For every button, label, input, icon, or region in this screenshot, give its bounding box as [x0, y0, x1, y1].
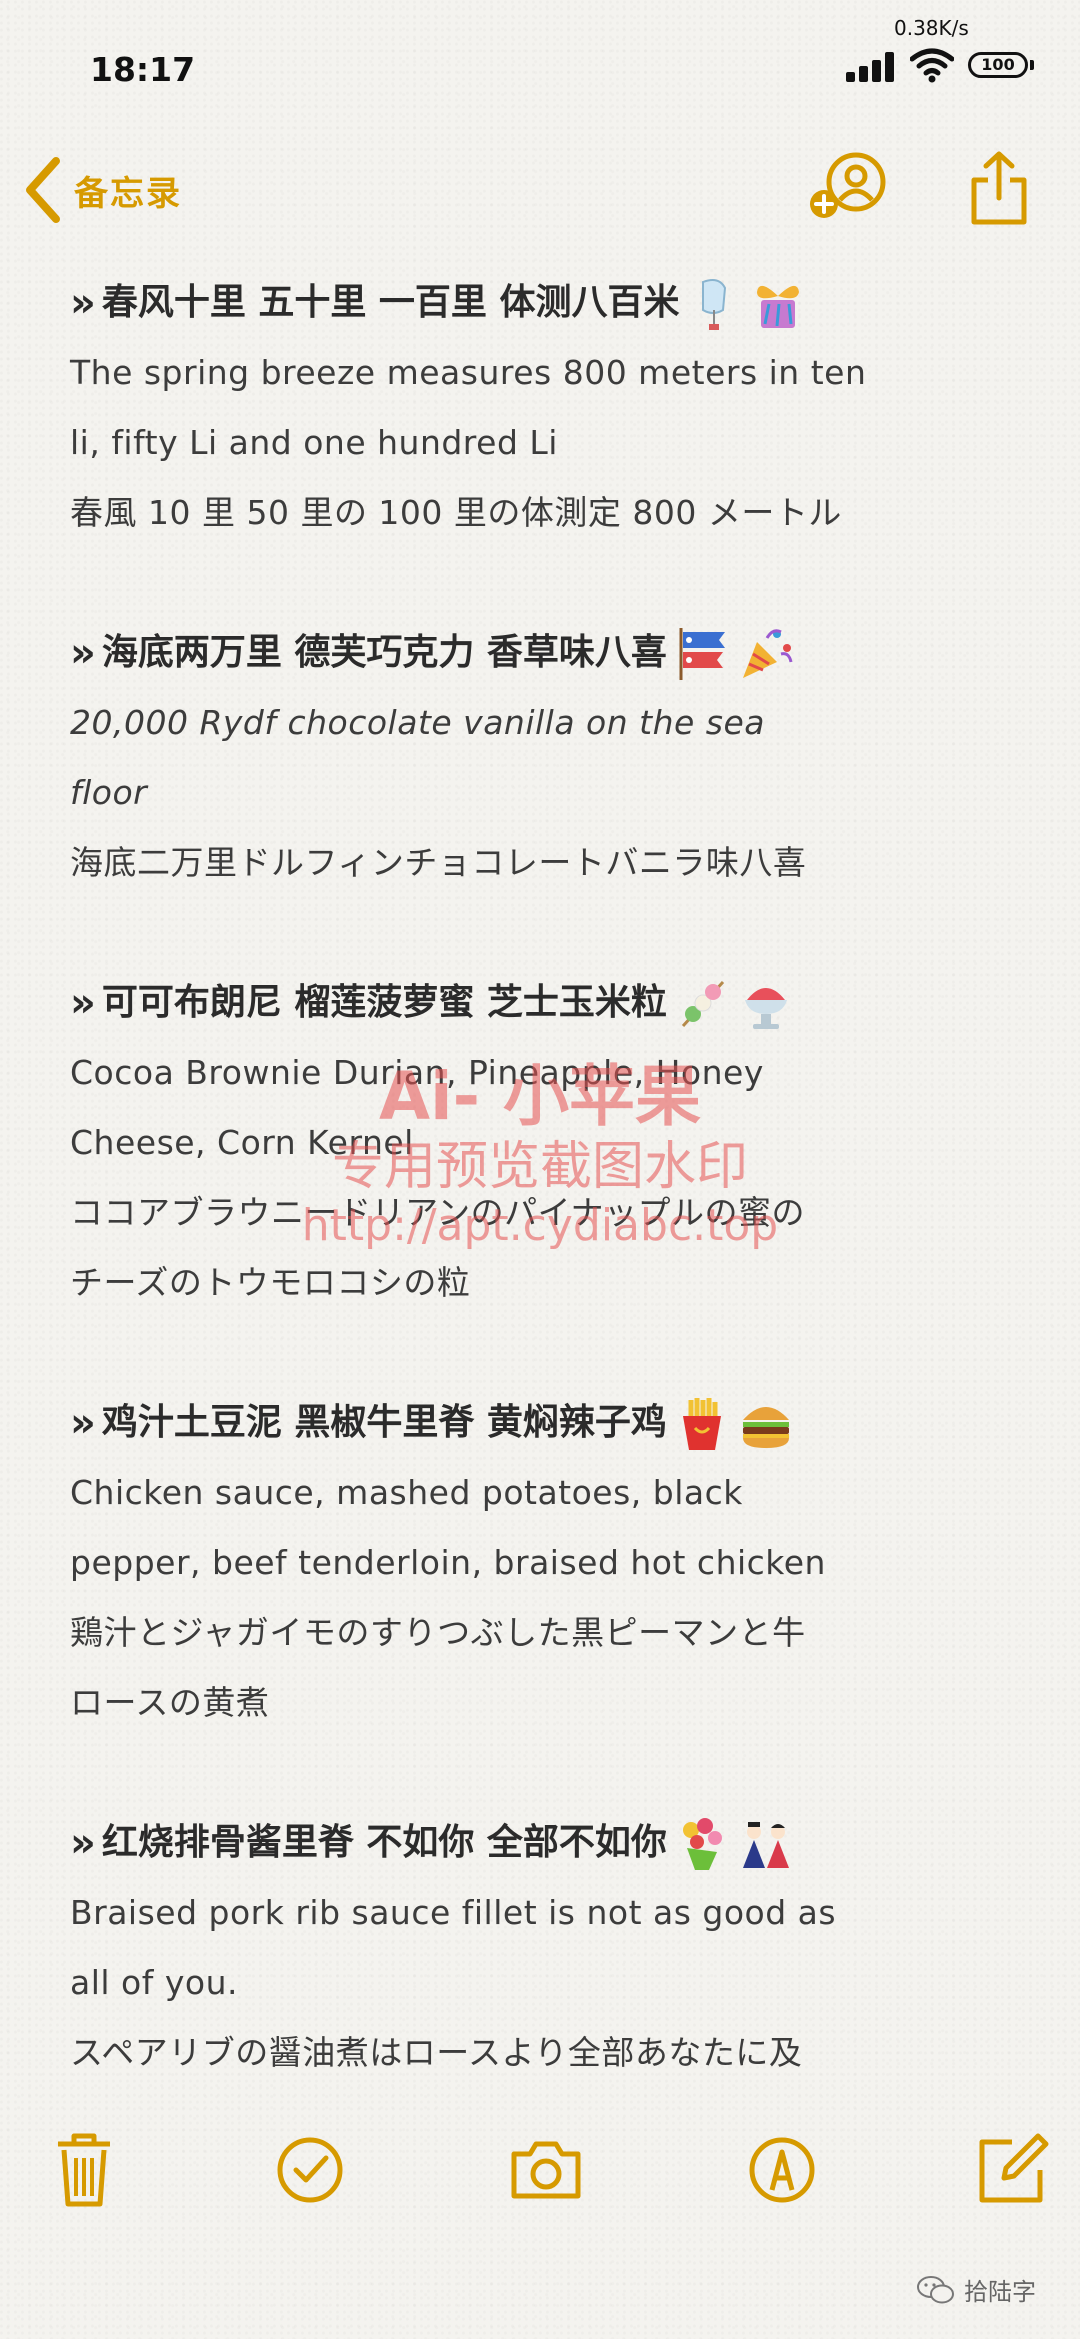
- wind-chime-icon: [702, 279, 727, 330]
- entry-line: 20,000 Rydf chocolate vanilla on the sea: [70, 703, 766, 742]
- double-chevron-icon: »: [70, 630, 96, 676]
- entry-heading-text: 红烧排骨酱里脊 不如你 全部不如你: [101, 1822, 667, 1863]
- battery-icon: 100: [968, 52, 1028, 78]
- entry-line: 春風 10 里 50 里の 100 里の体測定 800 メートル: [70, 493, 842, 532]
- cellular-signal-icon: [846, 52, 898, 82]
- entry-line: チーズのトウモロコシの粒: [70, 1263, 471, 1302]
- network-speed: 0.38K/s: [894, 16, 969, 40]
- note-entry: » 春风十里 五十里 一百里 体测八百米 The spring breeze m…: [70, 268, 1030, 548]
- wechat-icon: [917, 2275, 954, 2303]
- footer-tag: 拾陆字: [916, 2272, 1036, 2307]
- trash-icon[interactable]: [44, 2130, 124, 2210]
- checklist-icon[interactable]: [270, 2130, 350, 2210]
- double-chevron-icon: »: [70, 980, 96, 1026]
- entry-line: The spring breeze measures 800 meters in…: [70, 353, 867, 392]
- note-entry: » 可可布朗尼 榴莲菠萝蜜 芝士玉米粒 Cocoa Brownie Durian…: [70, 968, 1030, 1318]
- carp-streamer-icon: [679, 628, 725, 680]
- entry-line: li, fifty Li and one hundred Li: [70, 423, 558, 462]
- entry-heading: » 鸡汁土豆泥 黑椒牛里脊 黄焖辣子鸡: [70, 1388, 1030, 1458]
- entry-line: Braised pork rib sauce fillet is not as …: [70, 1893, 837, 1932]
- shaved-ice-icon: [744, 988, 787, 1029]
- entry-line: 鶏汁とジャガイモのすりつぶした黒ピーマンと牛: [70, 1613, 806, 1652]
- camera-icon[interactable]: [506, 2130, 586, 2210]
- entry-heading-text: 鸡汁土豆泥 黑椒牛里脊 黄焖辣子鸡: [101, 1402, 667, 1443]
- bouquet-icon: [682, 1818, 722, 1870]
- note-entry: » 海底两万里 德芙巧克力 香草味八喜 20,000 Rydf chocolat…: [70, 618, 1030, 898]
- chevron-left-icon: [26, 157, 60, 223]
- entry-heading-text: 春风十里 五十里 一百里 体测八百米: [101, 282, 680, 323]
- add-person-icon[interactable]: [808, 152, 888, 222]
- entry-heading: » 可可布朗尼 榴莲菠萝蜜 芝士玉米粒: [70, 968, 1030, 1038]
- footer-tag-text: 拾陆字: [964, 2278, 1036, 2306]
- entry-heading: » 红烧排骨酱里脊 不如你 全部不如你: [70, 1808, 1030, 1878]
- entry-heading: » 春风十里 五十里 一百里 体测八百米: [70, 268, 1030, 338]
- status-time: 18:17: [90, 50, 196, 89]
- double-chevron-icon: »: [70, 1820, 96, 1866]
- entry-line: ココアブラウニードリアンのパイナップルの蜜の: [70, 1193, 806, 1232]
- entry-line: Cheese, Corn Kernel: [70, 1123, 414, 1162]
- entry-line: floor: [70, 773, 148, 812]
- party-popper-icon: [742, 629, 793, 678]
- entry-heading: » 海底两万里 德芙巧克力 香草味八喜: [70, 618, 1030, 688]
- entry-line: ロースの黄煮: [70, 1683, 270, 1722]
- dango-icon: [681, 980, 725, 1028]
- battery-tip: [1030, 60, 1034, 70]
- entry-line: Cocoa Brownie Durian, Pineapple, Honey: [70, 1053, 764, 1092]
- double-chevron-icon: »: [70, 1400, 96, 1446]
- note-entry: » 鸡汁土豆泥 黑椒牛里脊 黄焖辣子鸡 Chicken sauce, mashe…: [70, 1388, 1030, 1738]
- ribbon-gift-icon: [757, 285, 800, 328]
- entry-line: pepper, beef tenderloin, braised hot chi…: [70, 1543, 826, 1582]
- hamburger-icon: [742, 1407, 789, 1448]
- share-icon[interactable]: [968, 150, 1030, 226]
- entry-heading-text: 可可布朗尼 榴莲菠萝蜜 芝士玉米粒: [101, 982, 667, 1023]
- note-body[interactable]: » 春风十里 五十里 一百里 体测八百米 The spring breeze m…: [70, 268, 1030, 2158]
- entry-line: 海底二万里ドルフィンチョコレートバニラ味八喜: [70, 843, 807, 882]
- back-button[interactable]: 备忘录: [22, 155, 182, 225]
- french-fries-icon: [682, 1398, 721, 1450]
- note-entry: » 红烧排骨酱里脊 不如你 全部不如你 Braised pork rib sau…: [70, 1808, 1030, 2088]
- hina-dolls-icon: [742, 1822, 789, 1868]
- compose-icon[interactable]: [972, 2130, 1052, 2210]
- entry-line: スペアリブの醤油煮はロースより全部あなたに及: [70, 2033, 803, 2072]
- entry-heading-text: 海底两万里 德芙巧克力 香草味八喜: [101, 632, 667, 673]
- wifi-icon: [910, 48, 954, 83]
- status-bar: 18:17 0.38K/s 100: [0, 0, 1080, 110]
- bottom-toolbar: [0, 2130, 1080, 2230]
- entry-line: Chicken sauce, mashed potatoes, black: [70, 1473, 743, 1512]
- back-label: 备忘录: [74, 173, 182, 214]
- entry-line: all of you.: [70, 1963, 238, 2002]
- markup-pen-icon[interactable]: [742, 2130, 822, 2210]
- double-chevron-icon: »: [70, 280, 96, 326]
